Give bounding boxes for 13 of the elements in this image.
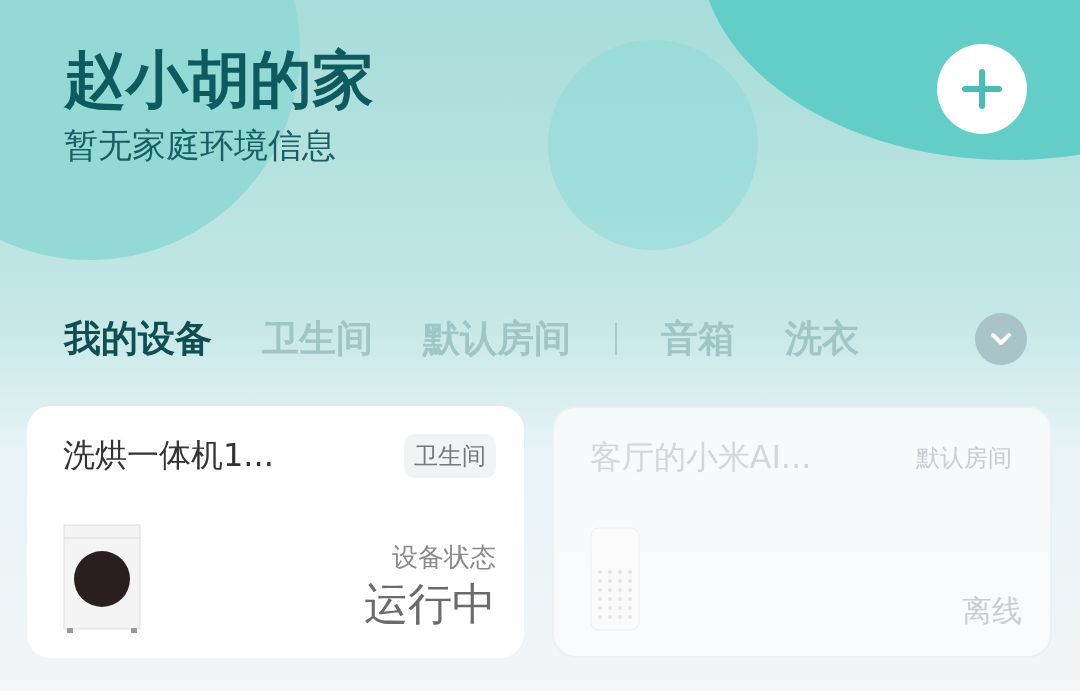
home-title: 赵小胡的家 [64, 44, 374, 116]
room-tab[interactable]: 我的设备 [64, 314, 212, 364]
speaker-icon [589, 527, 640, 632]
expand-button[interactable] [975, 313, 1027, 365]
device-status: 运行中 [363, 577, 496, 631]
chevron-down-icon [990, 332, 1012, 346]
room-tag: 卫生间 [403, 434, 496, 478]
status-label: 设备状态 [391, 541, 496, 574]
home-subtitle: 暂无家庭环境信息 [64, 124, 337, 168]
washing-machine-icon [63, 524, 141, 634]
device-card[interactable]: 洗烘一体机1... 卫生间 设备状态 运行中 [27, 406, 524, 658]
plus-icon [962, 69, 1002, 109]
device-name: 洗烘一体机1... [63, 435, 274, 476]
